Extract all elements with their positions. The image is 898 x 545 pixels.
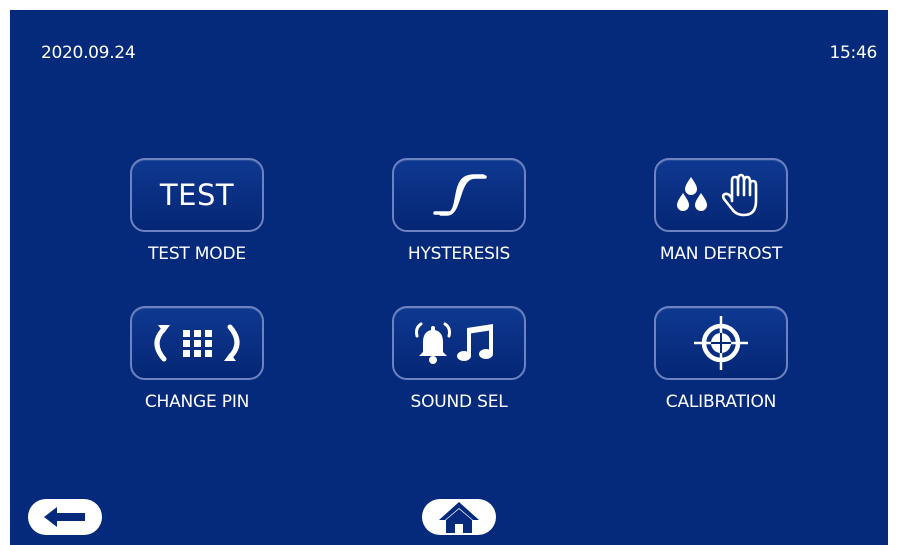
date-display: 2020.09.24 [41, 43, 136, 63]
man-defrost-button[interactable] [654, 158, 788, 232]
hysteresis-button[interactable] [392, 158, 526, 232]
arrow-left-icon [42, 505, 88, 529]
home-button[interactable] [422, 499, 496, 535]
calibration-label: CALIBRATION [665, 392, 777, 412]
bell-music-note-icon [409, 318, 509, 368]
keypad-refresh-icon [144, 317, 250, 369]
crosshair-target-icon [691, 313, 751, 373]
tile-change-pin: CHANGE PIN [107, 306, 287, 426]
hysteresis-label: HYSTERESIS [407, 244, 511, 264]
hysteresis-curve-icon [429, 172, 489, 218]
tile-hysteresis: HYSTERESIS [369, 158, 549, 278]
test-mode-button[interactable]: TEST [130, 158, 264, 232]
main-menu-screen: 2020.09.24 15:46 TEST TEST MODE HYSTERES… [10, 10, 888, 545]
test-button-text: TEST [159, 178, 235, 212]
change-pin-label: CHANGE PIN [144, 392, 250, 412]
sound-sel-button[interactable] [392, 306, 526, 380]
test-mode-label: TEST MODE [148, 244, 246, 264]
time-display: 15:46 [829, 43, 878, 63]
sound-sel-label: SOUND SEL [410, 392, 508, 412]
water-drops-hand-icon [674, 171, 768, 219]
change-pin-button[interactable] [130, 306, 264, 380]
back-button[interactable] [28, 499, 102, 535]
man-defrost-label: MAN DEFROST [659, 244, 783, 264]
tile-test-mode: TEST TEST MODE [107, 158, 287, 278]
home-icon [437, 500, 481, 534]
calibration-button[interactable] [654, 306, 788, 380]
tile-man-defrost: MAN DEFROST [631, 158, 811, 278]
tile-sound-sel: SOUND SEL [369, 306, 549, 426]
tile-calibration: CALIBRATION [631, 306, 811, 426]
